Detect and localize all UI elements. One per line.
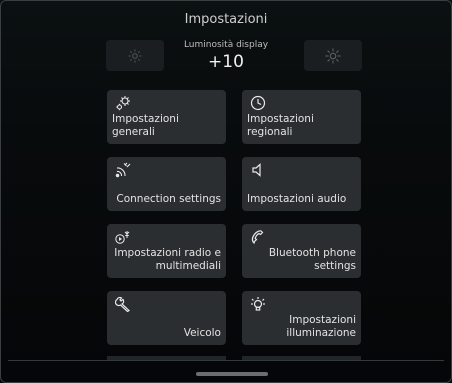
tile-impostazioni-audio[interactable]: Impostazioni audio [242,157,361,211]
divider [8,360,444,361]
gears-icon [115,95,131,111]
drawer-handle[interactable] [196,372,268,376]
tile-bluetooth-phone-settings[interactable]: Bluetooth phone settings [242,224,361,278]
tile-label: Impostazioni regionali [247,113,314,138]
bulb-icon [250,296,266,312]
tile-connection-settings[interactable]: Connection settings [107,157,226,211]
tile-impostazioni-illuminazione[interactable]: Impostazioni illuminazione [242,291,361,345]
tile-impostazioni-radio-multimediali[interactable]: Impostazioni radio e multimediali [107,224,226,278]
wrench-icon [115,296,131,312]
tile-label: Connection settings [116,193,221,205]
speaker-icon [250,162,266,178]
tile-label: Impostazioni generali [112,113,179,138]
sun-bright-icon [325,48,341,63]
brightness-value: +10 [208,52,244,72]
brightness-label: Luminosità display [183,40,269,50]
tile-label: Bluetooth phone settings [268,247,356,272]
tile-label: Impostazioni audio [247,193,347,205]
radio-media-icon [115,229,131,245]
tile-label: Veicolo [183,327,221,339]
tile-label: Impostazioni illuminazione [286,314,356,339]
clock-icon [250,95,266,111]
tile-impostazioni-generali[interactable]: Impostazioni generali [107,90,226,144]
tile-impostazioni-regionali[interactable]: Impostazioni regionali [242,90,361,144]
settings-screen: Impostazioni Luminosità display +10 Impo… [0,0,452,383]
page-title: Impostazioni [184,12,268,27]
wireless-icon [115,162,131,178]
tile-veicolo[interactable]: Veicolo [107,291,226,345]
brightness-increase-button[interactable] [304,40,362,71]
phone-icon [250,229,266,245]
tile-label: Impostazioni radio e multimediali [114,247,221,272]
